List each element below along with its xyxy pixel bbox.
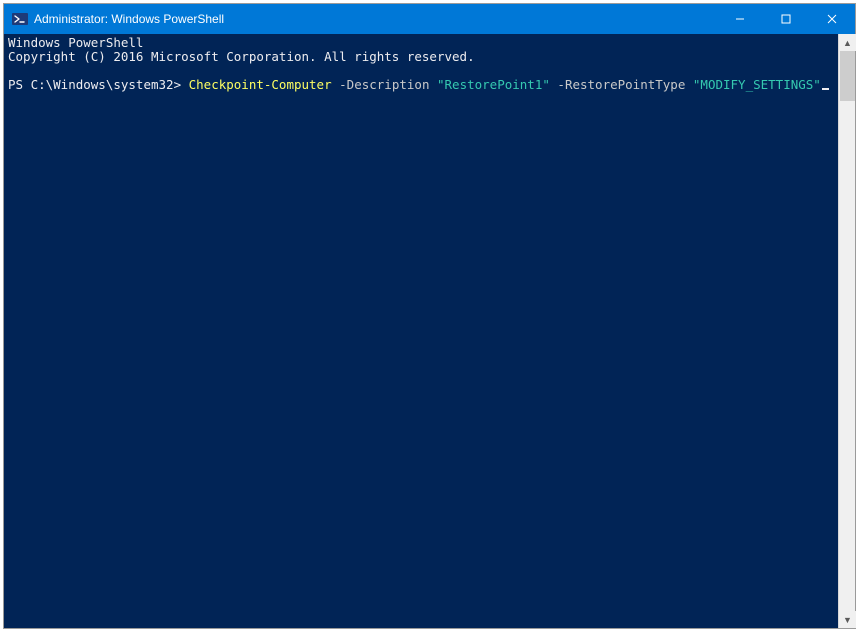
cursor xyxy=(822,88,829,90)
prompt-text: PS C:\Windows\system32> xyxy=(8,77,189,92)
cmdlet-token: Checkpoint-Computer xyxy=(189,77,332,92)
chevron-up-icon: ▲ xyxy=(843,38,852,48)
window-chrome: Administrator: Windows PowerShell Window… xyxy=(3,3,856,629)
client-area: Windows PowerShell Copyright (C) 2016 Mi… xyxy=(4,34,855,628)
arg-restorepointtype: "MODIFY_SETTINGS" xyxy=(693,77,821,92)
powershell-icon xyxy=(12,11,28,27)
chevron-down-icon: ▼ xyxy=(843,615,852,625)
scroll-up-button[interactable]: ▲ xyxy=(839,34,856,51)
maximize-button[interactable] xyxy=(763,4,809,34)
titlebar[interactable]: Administrator: Windows PowerShell xyxy=(4,4,855,34)
vertical-scrollbar[interactable]: ▲ ▼ xyxy=(838,34,855,628)
scroll-thumb[interactable] xyxy=(840,51,855,101)
param-description: -Description xyxy=(339,77,429,92)
console-output[interactable]: Windows PowerShell Copyright (C) 2016 Mi… xyxy=(4,34,838,628)
window-title: Administrator: Windows PowerShell xyxy=(34,12,224,26)
minimize-button[interactable] xyxy=(717,4,763,34)
banner-line-1: Windows PowerShell xyxy=(8,35,143,50)
prompt-line: PS C:\Windows\system32> Checkpoint-Compu… xyxy=(8,77,829,92)
arg-description: "RestorePoint1" xyxy=(437,77,550,92)
banner-line-2: Copyright (C) 2016 Microsoft Corporation… xyxy=(8,49,475,64)
param-restorepointtype: -RestorePointType xyxy=(557,77,685,92)
close-button[interactable] xyxy=(809,4,855,34)
scroll-down-button[interactable]: ▼ xyxy=(839,611,856,628)
